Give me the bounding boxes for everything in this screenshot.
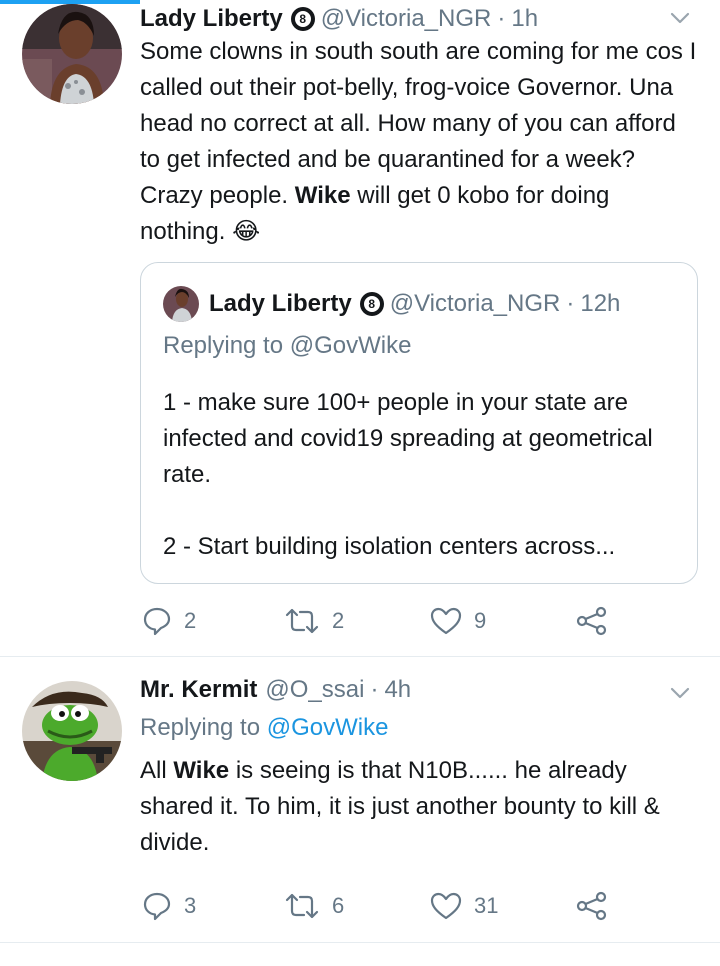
separator: · [370,676,379,703]
share-icon [576,606,607,636]
verified-badge-icon: 8 [290,7,315,31]
tweet-actions: 3 6 31 [0,887,720,927]
tweet-header: Lady Liberty 8 @Victoria_NGR · 1h [140,2,650,36]
share-button[interactable] [576,891,608,921]
quoted-tweet[interactable]: Lady Liberty 8 @Victoria_NGR · 12h Reply… [140,262,698,584]
share-icon [576,891,607,921]
separator: · [497,5,506,32]
retweet-count: 2 [332,608,345,633]
reply-button[interactable]: 2 [142,606,196,636]
reply-button[interactable]: 3 [142,891,196,921]
retweet-button[interactable]: 6 [284,891,344,921]
separator: · [566,290,575,317]
tears-of-joy-icon: 😂 [232,218,261,245]
tweet-lady-liberty[interactable]: Lady Liberty 8 @Victoria_NGR · 1h Some c… [0,0,720,656]
tweet-text: Some clowns in south south are coming fo… [140,38,697,245]
timestamp[interactable]: 1h [511,5,538,33]
avatar[interactable] [22,4,122,104]
handle[interactable]: @O_ssai [265,676,364,704]
like-icon [430,892,462,920]
retweet-icon [285,893,319,919]
tweet-text: All Wike is seeing is that N10B...... he… [140,757,660,856]
tweet-mr-kermit[interactable]: Mr. Kermit @O_ssai · 4h Replying to @Gov… [0,657,720,943]
retweet-icon [285,608,319,634]
replying-to: Replying to @GovWike [140,714,389,741]
verified-badge-icon: 8 [359,292,384,316]
divider [0,942,720,943]
reply-mention-link[interactable]: @GovWike [267,714,389,741]
retweet-button[interactable]: 2 [284,606,344,636]
chevron-down-icon[interactable] [666,679,694,707]
like-button[interactable]: 9 [430,606,486,636]
reply-count: 3 [184,893,197,918]
avatar[interactable] [22,681,122,781]
like-count: 9 [474,608,487,633]
mention-bold: Wike [173,757,230,784]
display-name[interactable]: Mr. Kermit [140,676,257,704]
reply-icon [143,892,171,921]
quote-line-1: 1 - make sure 100+ people in your state … [163,389,653,488]
quote-text: 1 - make sure 100+ people in your state … [163,385,683,565]
tweet-actions: 2 2 9 [0,600,720,640]
quote-header: Lady Liberty 8 @Victoria_NGR · 12h [209,287,620,321]
tweet-header: Mr. Kermit @O_ssai · 4h [140,673,650,707]
reply-icon [143,607,171,636]
timestamp[interactable]: 4h [384,676,411,704]
share-button[interactable] [576,606,608,636]
quote-handle: @Victoria_NGR [389,290,561,317]
quote-line-2: 2 - Start building isolation centers acr… [163,533,616,560]
like-icon [430,607,462,635]
like-button[interactable]: 31 [430,891,498,921]
reply-count: 2 [184,608,197,633]
display-name[interactable]: Lady Liberty [140,5,283,33]
quote-replying-to: Replying to @GovWike [163,332,412,359]
quote-timestamp: 12h [580,290,621,317]
chevron-down-icon[interactable] [666,4,694,32]
quote-avatar [163,286,199,322]
like-count: 31 [474,893,499,918]
mention-bold: Wike [294,182,351,209]
retweet-count: 6 [332,893,345,918]
handle[interactable]: @Victoria_NGR [321,5,492,33]
quote-display-name: Lady Liberty [209,290,352,317]
